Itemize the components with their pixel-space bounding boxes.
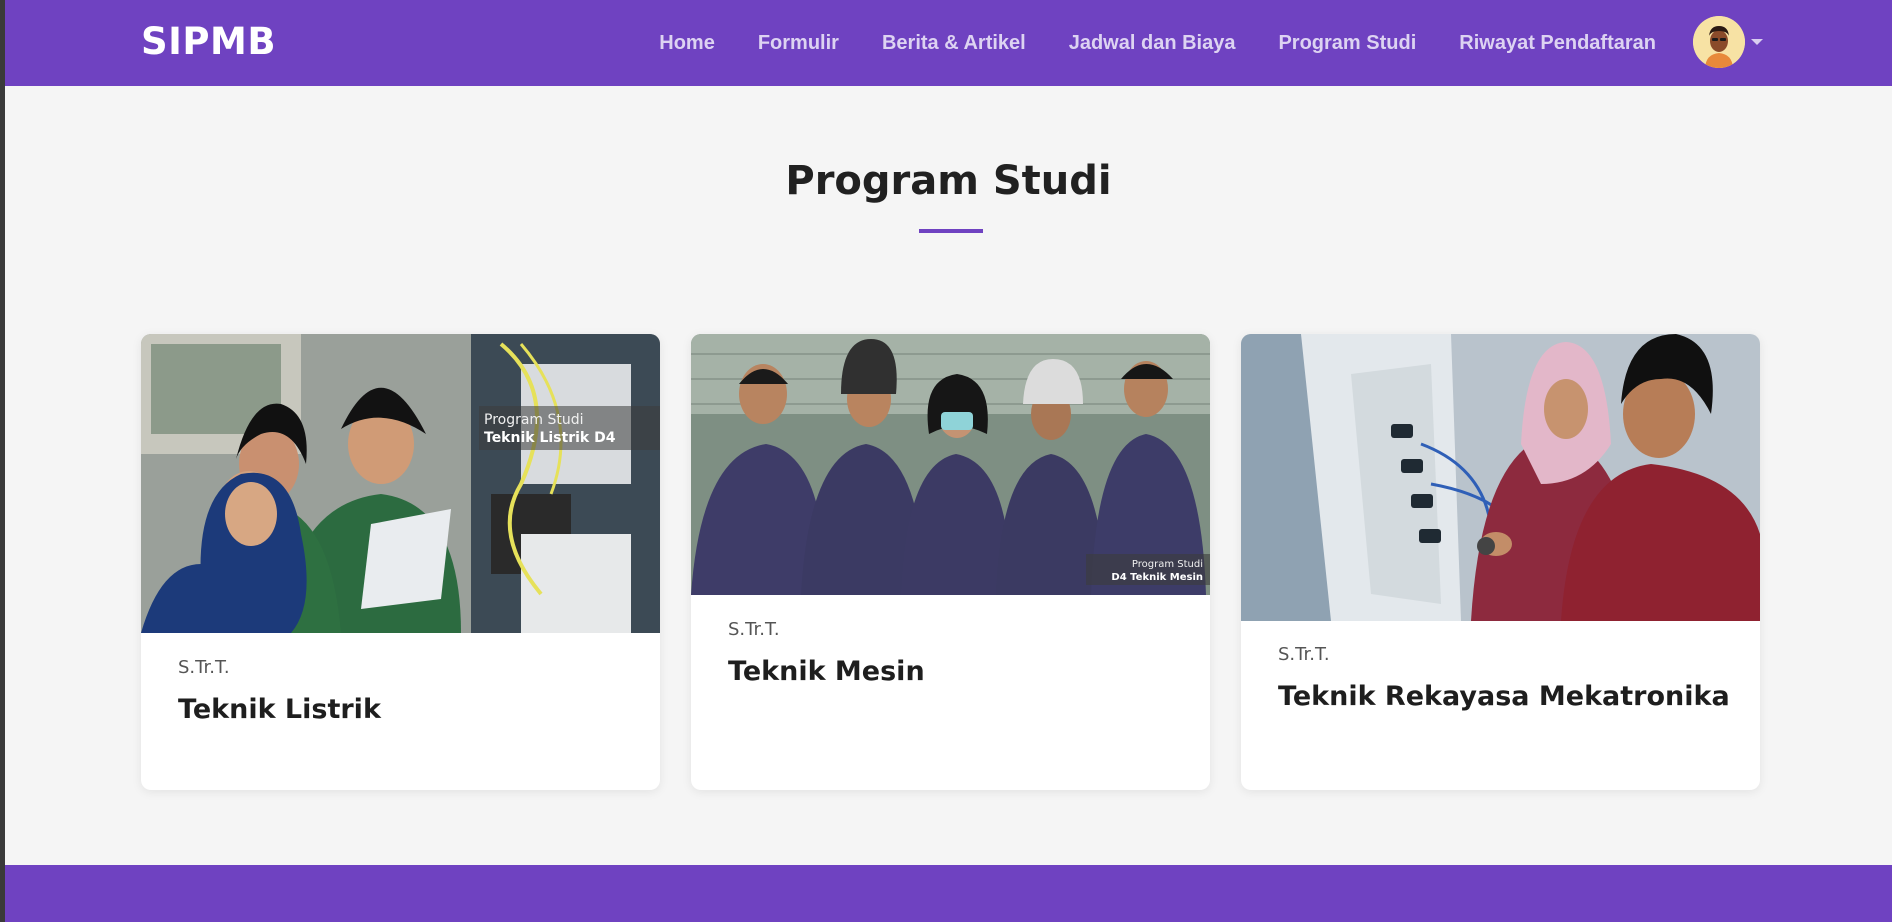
program-degree: S.Tr.T.: [728, 619, 780, 640]
program-image-teknik-listrik: Program Studi Teknik Listrik D4: [141, 334, 660, 633]
program-name[interactable]: Teknik Mesin: [728, 656, 925, 687]
image-overlay-small: Program Studi: [484, 412, 584, 428]
program-degree: S.Tr.T.: [1278, 644, 1330, 665]
caret-down-icon[interactable]: [1751, 39, 1763, 45]
program-name[interactable]: Teknik Rekayasa Mekatronika: [1278, 681, 1730, 712]
image-overlay-large: Teknik Listrik D4: [484, 430, 616, 446]
user-avatar-icon[interactable]: [1693, 16, 1745, 68]
brand-logo[interactable]: SIPMB: [141, 20, 276, 63]
program-card-teknik-listrik[interactable]: Program Studi Teknik Listrik D4 S.Tr.T. …: [141, 334, 660, 790]
title-underline: [919, 229, 983, 233]
image-overlay-large: D4 Teknik Mesin: [1111, 572, 1203, 583]
program-image-teknik-rekayasa-mekatronika: [1241, 334, 1760, 621]
program-card-teknik-rekayasa-mekatronika[interactable]: S.Tr.T. Teknik Rekayasa Mekatronika: [1241, 334, 1760, 790]
image-overlay-small: Program Studi: [1132, 559, 1203, 570]
footer-bar: [5, 865, 1892, 922]
program-name[interactable]: Teknik Listrik: [178, 694, 381, 725]
nav-link-berita[interactable]: Berita & Artikel: [882, 32, 1026, 55]
nav-link-formulir[interactable]: Formulir: [758, 32, 839, 55]
nav-link-program-studi[interactable]: Program Studi: [1278, 32, 1416, 55]
nav-link-home[interactable]: Home: [659, 32, 715, 55]
page-title: Program Studi: [785, 158, 1112, 204]
user-menu[interactable]: [1693, 16, 1763, 68]
nav-links: Home Formulir Berita & Artikel Jadwal da…: [659, 0, 1656, 86]
nav-link-riwayat[interactable]: Riwayat Pendaftaran: [1459, 32, 1656, 55]
program-card-teknik-mesin[interactable]: Program Studi D4 Teknik Mesin S.Tr.T. Te…: [691, 334, 1210, 790]
page: SIPMB Home Formulir Berita & Artikel Jad…: [5, 0, 1892, 922]
program-image-teknik-mesin: Program Studi D4 Teknik Mesin: [691, 334, 1210, 595]
nav-link-jadwal[interactable]: Jadwal dan Biaya: [1069, 32, 1236, 55]
navbar: SIPMB Home Formulir Berita & Artikel Jad…: [5, 0, 1892, 86]
program-degree: S.Tr.T.: [178, 657, 230, 678]
